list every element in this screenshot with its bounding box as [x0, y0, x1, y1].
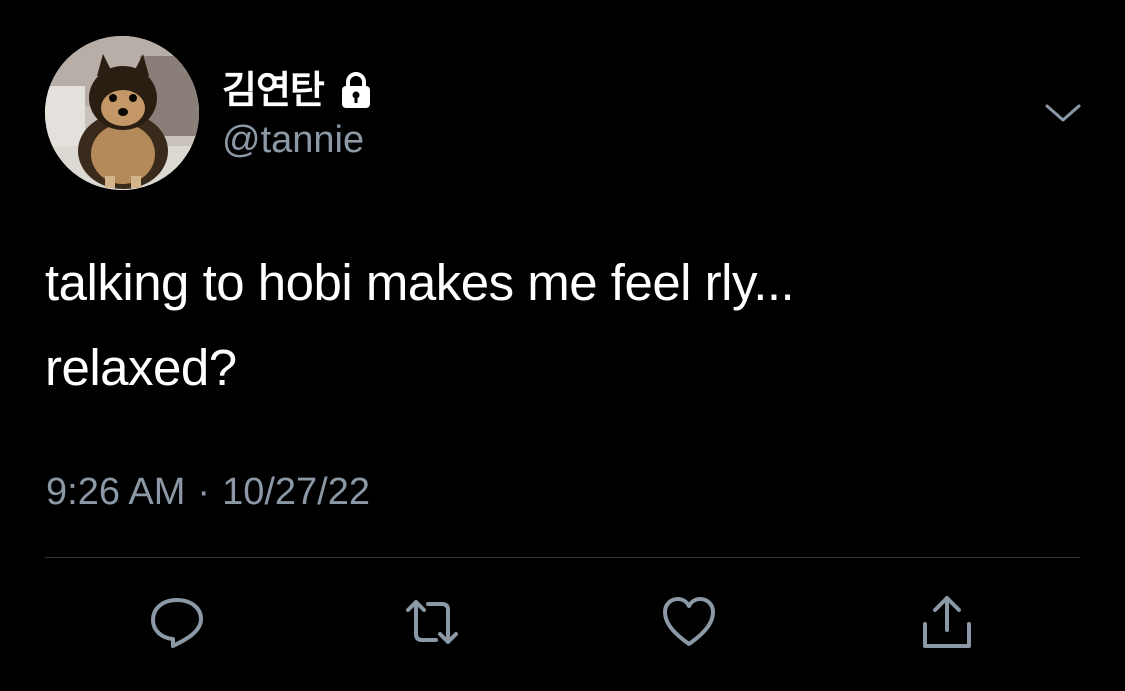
tweet-text: talking to hobi makes me feel rly... rel…: [45, 240, 1045, 410]
share-icon: [923, 596, 971, 648]
meta-separator: ·: [197, 471, 211, 513]
tweet-time[interactable]: 9:26 AM: [46, 470, 185, 516]
chevron-down-icon[interactable]: [1043, 98, 1083, 128]
tweet-card: 김연탄 @tannie talking to hobi makes me fee…: [0, 0, 1125, 691]
heart-icon: [663, 597, 715, 646]
tweet-meta: 9:26 AM · 10/27/22: [46, 470, 370, 516]
reply-button[interactable]: [145, 590, 209, 654]
action-bar: [0, 590, 1125, 660]
retweet-button[interactable]: [400, 590, 464, 654]
reply-icon: [151, 598, 203, 648]
like-button[interactable]: [657, 590, 721, 654]
tweet-text-line: talking to hobi makes me feel rly...: [45, 254, 795, 311]
share-button[interactable]: [915, 590, 979, 654]
display-name-row: 김연탄: [222, 60, 376, 120]
lock-icon: [336, 70, 376, 110]
user-handle[interactable]: @tannie: [222, 118, 364, 164]
display-name[interactable]: 김연탄: [222, 71, 325, 109]
tweet-text-line: relaxed?: [45, 339, 237, 396]
retweet-icon: [406, 600, 458, 644]
divider: [45, 557, 1080, 558]
dog-avatar-image: [45, 36, 199, 190]
tweet-date[interactable]: 10/27/22: [222, 470, 370, 516]
avatar[interactable]: [45, 36, 199, 190]
